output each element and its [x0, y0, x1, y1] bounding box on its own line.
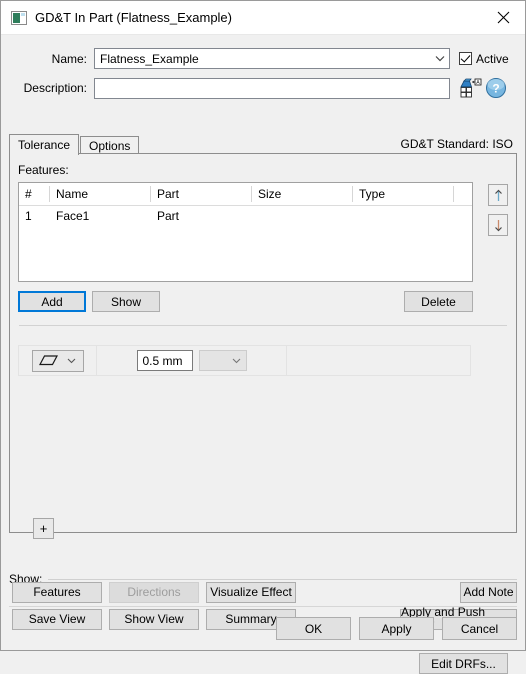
add-frame-button[interactable]: + [33, 518, 54, 539]
title-bar: GD&T In Part (Flatness_Example) [1, 1, 525, 35]
description-input[interactable] [94, 77, 450, 99]
chevron-down-icon[interactable] [431, 49, 449, 68]
add-feature-button[interactable]: Add [18, 291, 86, 312]
column-header-num: # [19, 186, 50, 202]
column-header-size: Size [252, 186, 353, 202]
gdt-in-part-dialog: GD&T In Part (Flatness_Example) Name: Fl… [0, 0, 526, 674]
name-value: Flatness_Example [100, 51, 199, 66]
tolerance-symbol-combobox[interactable] [31, 349, 84, 372]
svg-text:?: ? [492, 82, 499, 96]
tab-tolerance-label: Tolerance [18, 138, 71, 152]
name-combobox[interactable]: Flatness_Example [94, 48, 450, 69]
window-title: GD&T In Part (Flatness_Example) [35, 10, 232, 25]
show-view-button[interactable]: Show View [109, 608, 199, 630]
cell-num: 1 [25, 209, 32, 223]
description-icon-group: A ? [459, 76, 508, 100]
show-feature-button[interactable]: Show [92, 291, 160, 312]
symbol-cell [19, 346, 97, 375]
features-label: Features: [18, 163, 69, 177]
apply-button[interactable]: Apply [359, 617, 434, 640]
footer-separator [9, 606, 517, 607]
delete-feature-button[interactable]: Delete [404, 291, 473, 312]
column-header-type: Type [353, 186, 454, 202]
visualize-effect-button[interactable]: Visualize Effect [206, 581, 296, 603]
active-checkbox-wrap[interactable]: Active [459, 52, 509, 66]
dialog-footer: OK Apply Cancel [276, 617, 517, 640]
column-header-part: Part [151, 186, 252, 202]
tolerance-value-input[interactable]: 0.5 mm [136, 350, 193, 371]
show-group-separator [48, 578, 517, 580]
close-icon [497, 11, 509, 24]
move-down-button[interactable] [488, 214, 508, 236]
table-row[interactable]: 1 Face1 Part [19, 206, 472, 226]
features-table[interactable]: # Name Part Size Type 1 Face1 Part [18, 182, 473, 282]
cell-part: Part [157, 209, 180, 223]
datum-reference-icon[interactable]: A [459, 76, 483, 100]
column-header-name: Name [50, 186, 151, 202]
material-modifier-combobox[interactable] [198, 350, 247, 371]
flatness-symbol-icon [39, 355, 59, 366]
svg-text:A: A [476, 80, 480, 86]
cell-name: Face1 [56, 209, 90, 223]
arrow-up-icon [494, 189, 502, 201]
cancel-button[interactable]: Cancel [442, 617, 517, 640]
features-table-header: # Name Part Size Type [19, 183, 472, 206]
feature-control-frame: 0.5 mm [18, 345, 471, 376]
add-note-button[interactable]: Add Note [460, 581, 517, 603]
help-icon[interactable]: ? [484, 76, 508, 100]
tab-strip: Tolerance Options GD&T Standard: ISO [9, 133, 517, 155]
section-divider [19, 325, 507, 326]
column-header-spacer [454, 186, 472, 202]
chevron-down-icon [67, 358, 76, 363]
move-up-button[interactable] [488, 184, 508, 206]
active-checkbox[interactable] [459, 52, 472, 65]
active-label: Active [476, 51, 509, 66]
directions-button: Directions [109, 581, 199, 603]
close-button[interactable] [481, 2, 525, 34]
tolerance-tab-panel: Features: # Name Part Size Type 1 Face1 [9, 153, 517, 674]
features-button[interactable]: Features [12, 581, 102, 603]
chevron-down-icon [232, 358, 240, 363]
dialog-body: Name: Flatness_Example Active Descriptio… [1, 35, 525, 674]
gdt-standard-label: GD&T Standard: ISO [400, 137, 514, 151]
tab-options-label: Options [89, 139, 131, 153]
save-view-button[interactable]: Save View [12, 608, 102, 630]
edit-drfs-button[interactable]: Edit DRFs... [419, 653, 508, 674]
tolerance-value-cell: 0.5 mm [97, 346, 287, 375]
tab-tolerance[interactable]: Tolerance [9, 134, 80, 155]
cell-size [252, 206, 353, 226]
ok-button[interactable]: OK [276, 617, 351, 640]
cell-type [353, 206, 454, 226]
datum-cells [287, 346, 470, 375]
description-row: Description: A ? [1, 76, 517, 100]
name-label: Name: [51, 51, 87, 66]
name-row: Name: Flatness_Example Active [1, 48, 517, 69]
description-label: Description: [23, 81, 87, 95]
arrow-down-icon [494, 219, 502, 231]
part-window-icon [11, 10, 27, 25]
